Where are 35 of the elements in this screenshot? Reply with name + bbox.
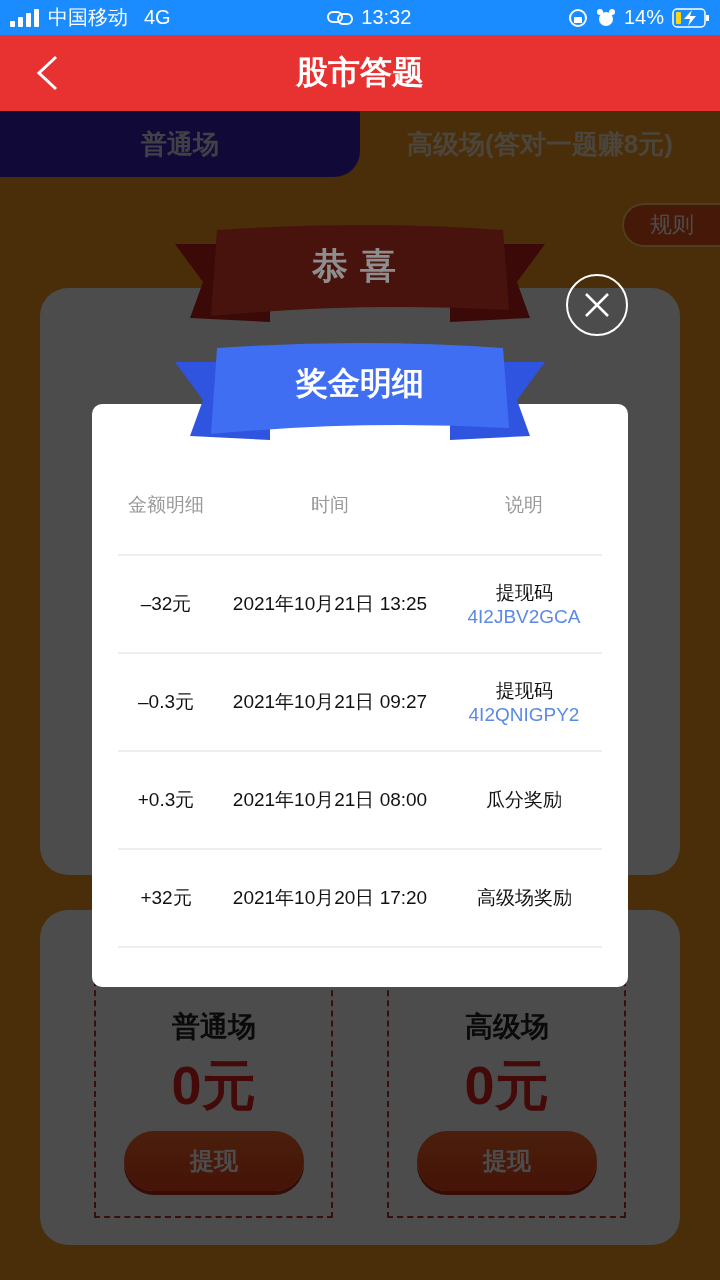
note-cell-text: 高级场奖励: [476, 886, 572, 910]
note-cell-text: 瓜分奖励: [486, 788, 562, 812]
time-cell-text: 2021年10月21日 08:00: [232, 788, 428, 812]
amount-cell-text: –0.3元: [138, 690, 194, 714]
note-cell-text: 提现码: [495, 679, 553, 703]
dialog-title: 奖金明细: [294, 364, 425, 403]
clock-time: 13:32: [361, 6, 412, 29]
column-header: 说明: [446, 480, 602, 556]
time-cell-text: 2021年10月21日 13:25: [232, 592, 428, 616]
signal-icon: [10, 8, 40, 27]
wallet-amount: 0元: [171, 1054, 256, 1117]
amount-cell-text: +32元: [140, 886, 192, 910]
back-icon: [36, 55, 58, 91]
close-button[interactable]: [566, 274, 628, 336]
battery-charging-icon: [672, 7, 710, 28]
close-icon: [584, 292, 610, 318]
time-cell-text: 2021年10月20日 17:20: [232, 886, 428, 910]
carrier-name: 中国移动: [48, 5, 128, 30]
battery-percent: 14%: [623, 6, 664, 29]
amount-cell-text: +0.3元: [137, 788, 195, 812]
banner-title: 恭喜: [311, 244, 409, 288]
network-type: 4G: [144, 6, 171, 29]
column-header: 时间: [214, 480, 446, 556]
withdraw-code: 4I2JBV2GCA: [467, 606, 581, 628]
link-icon: [327, 9, 354, 26]
time-cell-text: 2021年10月21日 09:27: [232, 690, 428, 714]
rotation-lock-icon: [567, 7, 588, 28]
note-cell-text: 提现码: [495, 581, 553, 605]
withdraw-code: 4I2QNIGPY2: [468, 704, 580, 726]
wallet-title: 普通场: [171, 1010, 256, 1044]
amount-cell-text: –32元: [140, 592, 192, 616]
wallet-title: 高级场: [464, 1010, 549, 1044]
column-header: 金额明细: [118, 480, 214, 556]
wallet-amount: 0元: [464, 1054, 549, 1117]
page-title: 股市答题: [296, 53, 424, 92]
